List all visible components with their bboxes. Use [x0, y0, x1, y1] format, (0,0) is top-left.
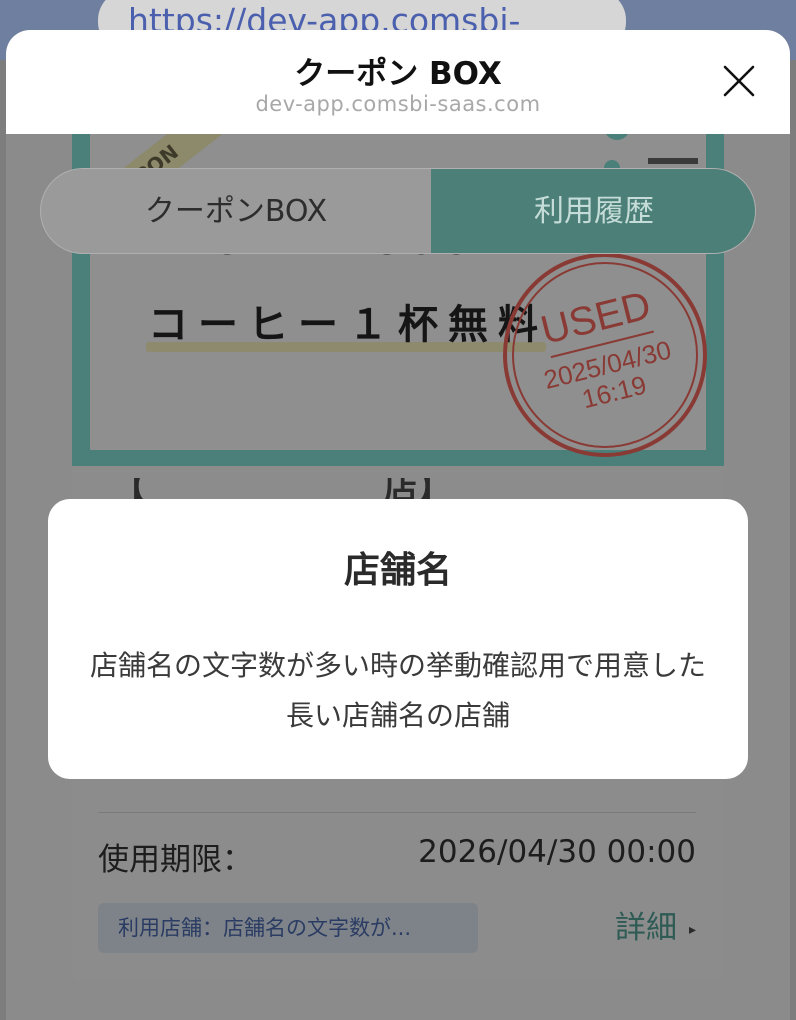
coupon-name: コーヒー１杯無料	[148, 302, 548, 348]
store-chip[interactable]: 利用店舗：店舗名の文字数が...	[98, 903, 478, 953]
expiry-value: 2026/04/30 00:00	[418, 834, 696, 870]
close-icon[interactable]	[722, 64, 756, 98]
modal-body: 店舗名の文字数が多い時の挙動確認用で用意した長い店舗名の店舗	[89, 649, 706, 732]
modal-title: 店舗名	[343, 550, 452, 591]
store-name-modal[interactable]: 店舗名 店舗名の文字数が多い時の挙動確認用で用意した長い店舗名の店舗	[48, 499, 748, 779]
tab-usage-history[interactable]: 利用履歴	[431, 169, 755, 253]
used-stamp: USED 2025/04/30 16:19	[503, 253, 707, 457]
sheet-domain: dev-app.comsbi-saas.com	[255, 92, 541, 116]
triangle-right-icon: ▸	[688, 921, 696, 938]
expiry-label: 使用期限：	[98, 842, 253, 878]
tab-coupon-box[interactable]: クーポンBOX	[41, 169, 431, 253]
sheet-header: クーポン BOX dev-app.comsbi-saas.com	[6, 30, 790, 134]
detail-link[interactable]: 詳細 ▸	[615, 902, 696, 947]
tab-bar: クーポンBOX 利用履歴	[40, 168, 756, 254]
deco-line	[648, 158, 698, 164]
divider	[98, 812, 696, 813]
sheet-title: クーポン BOX	[294, 56, 502, 92]
detail-label: 詳細	[614, 910, 677, 946]
